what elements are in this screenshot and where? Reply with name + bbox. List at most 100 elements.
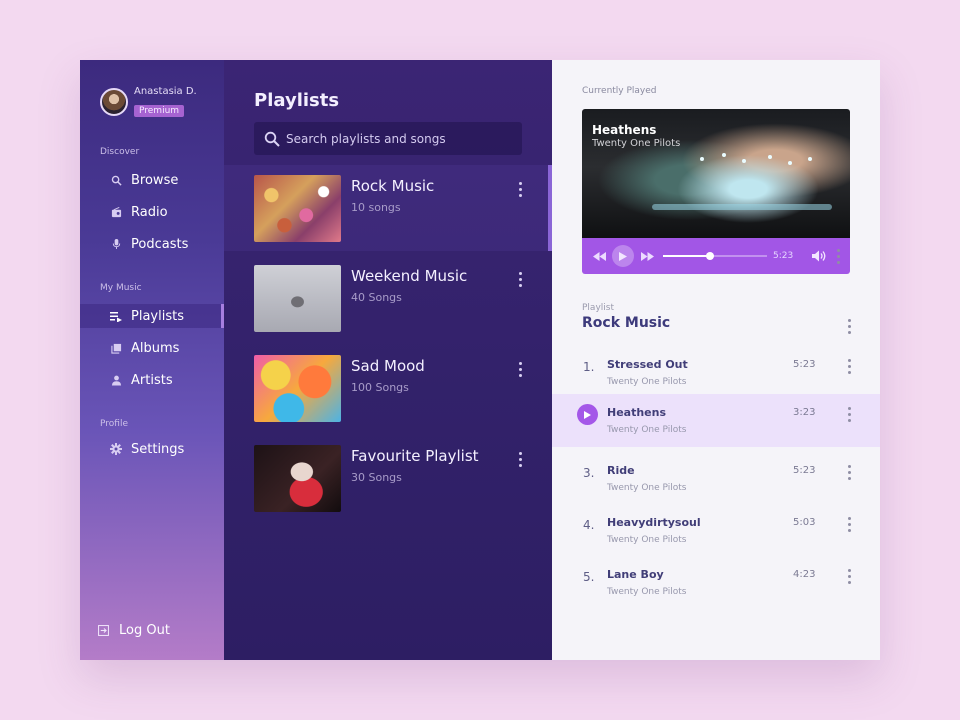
song-title: Ride: [607, 464, 635, 477]
song-duration: 4:23: [793, 569, 816, 580]
search-input[interactable]: [286, 131, 506, 146]
song-row[interactable]: 1. Stressed Out Twenty One Pilots 5:23: [552, 346, 880, 399]
media-player: Heathens Twenty One Pilots 5:23: [582, 109, 850, 274]
track-time: 5:23: [773, 251, 794, 261]
profile-meta: Anastasia D. Premium: [134, 86, 197, 117]
sidebar-item-label: Playlists: [131, 308, 184, 324]
search-box[interactable]: [254, 122, 522, 155]
play-icon[interactable]: [577, 404, 598, 425]
sidebar-item-playlists[interactable]: Playlists: [80, 304, 224, 328]
song-title: Stressed Out: [607, 358, 688, 371]
sidebar-item-label: Artists: [131, 372, 173, 388]
playlist-item-rock-music[interactable]: Rock Music 10 songs: [224, 165, 552, 251]
song-duration: 5:03: [793, 517, 816, 528]
playlist-label: Playlist: [582, 303, 614, 313]
now-playing-panel: Currently Played Heathens Twenty One Pil…: [552, 60, 880, 660]
song-row[interactable]: 3. Ride Twenty One Pilots 5:23: [552, 452, 880, 505]
more-options-icon[interactable]: [844, 566, 854, 586]
more-options-icon[interactable]: [515, 269, 525, 289]
song-duration: 3:23: [793, 407, 816, 418]
music-app: Anastasia D. Premium Discover Browse Rad…: [80, 60, 880, 660]
sidebar-item-artists[interactable]: Artists: [80, 368, 224, 392]
album-cover: Heathens Twenty One Pilots: [582, 109, 850, 238]
more-options-icon[interactable]: [844, 356, 854, 376]
more-options-icon[interactable]: [833, 246, 843, 266]
playlist-heading: Rock Music: [582, 315, 671, 331]
song-row[interactable]: 4. Heavydirtysoul Twenty One Pilots 5:03: [552, 504, 880, 557]
more-options-icon[interactable]: [844, 514, 854, 534]
playlist-name: Favourite Playlist: [351, 447, 479, 465]
logout-label: Log Out: [119, 623, 170, 638]
song-artist: Twenty One Pilots: [607, 535, 687, 545]
sidebar-item-settings[interactable]: Settings: [80, 437, 224, 461]
progress-slider[interactable]: [663, 252, 767, 260]
playlist-song-count: 30 Songs: [351, 471, 402, 484]
fast-forward-icon[interactable]: [640, 250, 654, 262]
person-icon: [110, 374, 122, 386]
playlist-item-sad-mood[interactable]: Sad Mood 100 Songs: [224, 345, 552, 431]
now-playing-title: Heathens: [592, 123, 657, 137]
microphone-icon: [110, 238, 122, 250]
sidebar-item-label: Settings: [131, 441, 185, 457]
search-icon: [264, 131, 280, 147]
playlist-thumbnail: [254, 355, 341, 422]
user-profile[interactable]: Anastasia D. Premium: [100, 86, 197, 117]
playlist-thumbnail: [254, 445, 341, 512]
sidebar-item-browse[interactable]: Browse: [80, 168, 224, 192]
more-options-icon[interactable]: [515, 449, 525, 469]
playlist-thumbnail: [254, 175, 341, 242]
playlists-panel: Playlists Rock Music 10 songs Weekend Mu…: [224, 60, 552, 660]
player-controls: 5:23: [582, 238, 850, 274]
song-row[interactable]: 5. Lane Boy Twenty One Pilots 4:23: [552, 556, 880, 609]
sidebar-item-label: Browse: [131, 172, 179, 188]
sidebar-item-podcasts[interactable]: Podcasts: [80, 232, 224, 256]
rewind-icon[interactable]: [592, 250, 606, 262]
sidebar-item-albums[interactable]: Albums: [80, 336, 224, 360]
more-options-icon[interactable]: [844, 316, 854, 336]
search-icon: [110, 174, 122, 186]
playlist-name: Sad Mood: [351, 357, 425, 375]
play-icon: [619, 251, 627, 261]
page-title: Playlists: [254, 90, 340, 111]
song-artist: Twenty One Pilots: [607, 587, 687, 597]
more-options-icon[interactable]: [844, 404, 854, 424]
playlist-name: Rock Music: [351, 177, 435, 195]
playlist-item-favourite-playlist[interactable]: Favourite Playlist 30 Songs: [224, 435, 552, 521]
playlist-thumbnail: [254, 265, 341, 332]
sidebar-item-label: Podcasts: [131, 236, 189, 252]
more-options-icon[interactable]: [515, 359, 525, 379]
logout-button[interactable]: Log Out: [98, 623, 170, 638]
song-title: Heathens: [607, 406, 667, 419]
albums-icon: [110, 342, 122, 354]
progress-knob[interactable]: [705, 252, 714, 260]
volume-icon[interactable]: [811, 249, 827, 263]
song-artist: Twenty One Pilots: [607, 377, 687, 387]
user-name: Anastasia D.: [134, 86, 197, 97]
premium-badge: Premium: [134, 105, 185, 117]
playlist-song-count: 10 songs: [351, 201, 401, 214]
song-title: Heavydirtysoul: [607, 516, 701, 529]
radio-icon: [110, 206, 122, 218]
playlist-song-count: 40 Songs: [351, 291, 402, 304]
playlist-item-weekend-music[interactable]: Weekend Music 40 Songs: [224, 255, 552, 341]
track-number: 4.: [583, 518, 595, 532]
playlist-song-count: 100 Songs: [351, 381, 409, 394]
track-number: 1.: [583, 360, 595, 374]
avatar[interactable]: [100, 87, 128, 116]
track-number: 3.: [583, 466, 595, 480]
more-options-icon[interactable]: [844, 462, 854, 482]
song-artist: Twenty One Pilots: [607, 425, 687, 435]
section-label-my-music: My Music: [100, 283, 142, 293]
play-button[interactable]: [612, 245, 634, 267]
playlist-name: Weekend Music: [351, 267, 468, 285]
sidebar-item-radio[interactable]: Radio: [80, 200, 224, 224]
sidebar-item-label: Radio: [131, 204, 168, 220]
logout-icon: [98, 624, 110, 637]
currently-played-label: Currently Played: [582, 86, 657, 96]
song-title: Lane Boy: [607, 568, 664, 581]
more-options-icon[interactable]: [515, 179, 525, 199]
song-row-playing[interactable]: Heathens Twenty One Pilots 3:23: [552, 394, 880, 447]
song-duration: 5:23: [793, 359, 816, 370]
section-label-discover: Discover: [100, 147, 140, 157]
playlist-icon: [110, 310, 122, 322]
